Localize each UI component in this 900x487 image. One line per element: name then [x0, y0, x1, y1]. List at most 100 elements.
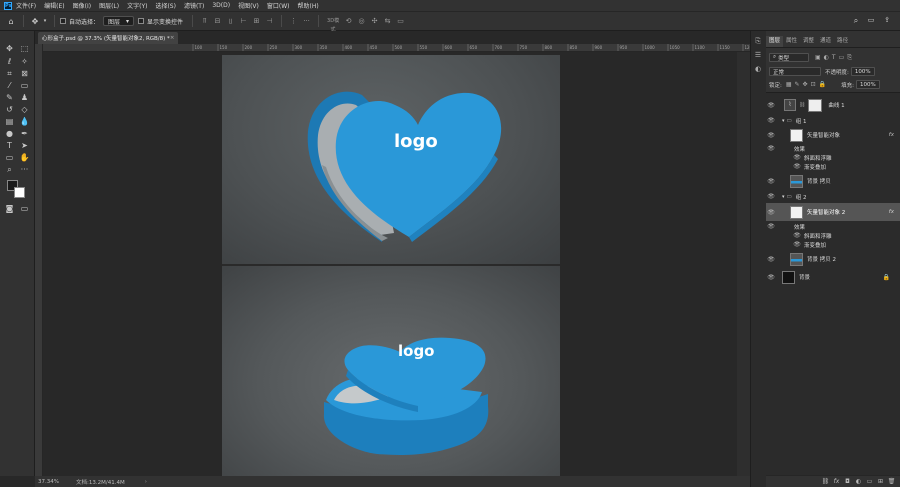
visibility-eye-icon[interactable]: 👁	[766, 193, 776, 200]
type-tool-icon[interactable]: T	[4, 140, 15, 151]
history-panel-icon[interactable]: ⎘	[753, 36, 763, 46]
adjustments-panel-icon[interactable]: ◐	[753, 64, 763, 74]
crop-tool-icon[interactable]: ⌗	[4, 68, 15, 79]
menu-window[interactable]: 窗口(W)	[267, 1, 290, 10]
blend-mode-dropdown[interactable]: 正常	[769, 67, 821, 76]
slide-3d-icon[interactable]: ⇆	[383, 17, 392, 26]
visibility-eye-icon[interactable]: 👁	[766, 256, 776, 263]
menu-layer[interactable]: 图层(L)	[99, 1, 119, 10]
screen-mode-icon[interactable]: ▭	[19, 203, 30, 214]
menu-filter[interactable]: 滤镜(T)	[184, 1, 204, 10]
new-layer-icon[interactable]: ⊞	[875, 478, 886, 485]
document-tab[interactable]: 心形盒子.psd @ 37.3% (矢量智能对象2, RGB/8) * ×	[38, 32, 178, 44]
add-mask-icon[interactable]: ◘	[842, 478, 853, 485]
align-right-icon[interactable]: ⊣	[265, 17, 274, 26]
visibility-eye-icon[interactable]: 👁	[766, 102, 776, 109]
hand-tool-icon[interactable]: ✋	[19, 152, 30, 163]
menu-file[interactable]: 文件(F)	[16, 1, 36, 10]
visibility-eye-icon[interactable]: 👁	[766, 178, 776, 185]
align-left-icon[interactable]: ⊢	[239, 17, 248, 26]
frame-tool-icon[interactable]: ⊠	[19, 68, 30, 79]
chevron-down-icon[interactable]: ▾	[41, 18, 49, 24]
status-menu-arrow-icon[interactable]: ›	[145, 479, 147, 485]
visibility-eye-icon[interactable]: 👁	[766, 145, 776, 152]
menu-type[interactable]: 文字(Y)	[127, 1, 147, 10]
layer-row-selected[interactable]: 👁 矢量智能对象 2 fx	[766, 203, 900, 221]
tab-paths[interactable]: 路径	[834, 36, 851, 47]
lock-icons[interactable]: ▦✎✥⊡🔒	[786, 81, 829, 88]
zoom-tool-icon[interactable]: ⌕	[4, 164, 15, 175]
blur-tool-icon[interactable]: 💧	[19, 116, 30, 127]
layer-row[interactable]: 👁 ⌇ ⛓ 曲线 1	[766, 96, 900, 114]
quick-mask-icon[interactable]: ◙	[4, 203, 15, 214]
menu-edit[interactable]: 编辑(E)	[44, 1, 64, 10]
gradient-tool-icon[interactable]: ▤	[4, 116, 15, 127]
trash-icon[interactable]: 🗑	[886, 478, 897, 485]
menu-view[interactable]: 视图(V)	[238, 1, 259, 10]
new-group-icon[interactable]: ▭	[864, 478, 875, 485]
share-icon[interactable]: ⇪	[882, 16, 892, 24]
visibility-eye-icon[interactable]: 👁	[766, 274, 776, 281]
document-canvas[interactable]: logo logo	[222, 55, 560, 477]
adjustment-layer-icon[interactable]: ◐	[853, 478, 864, 485]
layer-group-row[interactable]: 👁 ▾ ▭ 组 1	[766, 115, 900, 126]
fx-icon[interactable]: fx	[889, 209, 894, 215]
chevron-down-icon[interactable]: ▾	[782, 118, 785, 124]
history-brush-icon[interactable]: ↺	[4, 104, 15, 115]
fx-icon[interactable]: fx	[889, 132, 894, 138]
visibility-eye-icon[interactable]: 👁	[766, 132, 776, 139]
tab-layers[interactable]: 图层	[766, 36, 784, 47]
visibility-eye-icon[interactable]: 👁	[766, 209, 776, 216]
eyedropper-icon[interactable]: ⁄	[4, 80, 15, 91]
opacity-input[interactable]: 100%	[850, 67, 875, 76]
home-icon[interactable]: ⌂	[4, 17, 18, 26]
pan-3d-icon[interactable]: ✣	[370, 17, 379, 26]
tab-channels[interactable]: 通道	[817, 36, 834, 47]
menu-3d[interactable]: 3D(D)	[212, 2, 230, 9]
tab-adjustments[interactable]: 调整	[800, 36, 817, 47]
visibility-eye-icon[interactable]: 👁	[792, 241, 802, 248]
link-layers-icon[interactable]: ⛓	[820, 478, 831, 485]
kind-filter-dropdown[interactable]: ⌕ 类型	[769, 53, 809, 62]
menu-image[interactable]: 图像(I)	[73, 1, 91, 10]
roll-3d-icon[interactable]: ◎	[357, 17, 366, 26]
layer-group-row[interactable]: 👁 ▾ ▭ 组 2	[766, 191, 900, 202]
layer-row[interactable]: 👁 背景 🔒	[766, 269, 900, 285]
brush-tool-icon[interactable]: ✎	[4, 92, 15, 103]
healing-brush-icon[interactable]: ▭	[19, 80, 30, 91]
menu-select[interactable]: 选择(S)	[155, 1, 176, 10]
move-tool-icon[interactable]: ✥	[4, 43, 15, 54]
align-bottom-icon[interactable]: ⫫	[226, 17, 235, 26]
filter-icons[interactable]: ▣◐T▭⎘	[815, 54, 855, 62]
visibility-eye-icon[interactable]: 👁	[792, 154, 802, 161]
auto-select-checkbox[interactable]	[60, 18, 66, 24]
close-icon[interactable]: ×	[170, 35, 175, 41]
align-top-icon[interactable]: ⫪	[200, 17, 209, 26]
workspace-icon[interactable]: ▭	[866, 16, 876, 24]
layer-row[interactable]: 👁 背景 拷贝 2	[766, 251, 900, 267]
add-style-icon[interactable]: fx	[831, 478, 842, 485]
visibility-eye-icon[interactable]: 👁	[792, 163, 802, 170]
visibility-eye-icon[interactable]: 👁	[792, 232, 802, 239]
stamp-tool-icon[interactable]: ♟	[19, 92, 30, 103]
eraser-tool-icon[interactable]: ◇	[19, 104, 30, 115]
menu-help[interactable]: 帮助(H)	[298, 1, 319, 10]
lasso-tool-icon[interactable]: ℓ	[4, 56, 15, 67]
more-options-icon[interactable]: ···	[302, 17, 311, 26]
distribute-icon[interactable]: ⋮	[289, 17, 298, 26]
shape-tool-icon[interactable]: ▭	[4, 152, 15, 163]
more-tools-icon[interactable]: ···	[19, 164, 30, 175]
align-center-icon[interactable]: ⊞	[252, 17, 261, 26]
pen-tool-icon[interactable]: ✒	[19, 128, 30, 139]
scale-3d-icon[interactable]: ▭	[396, 17, 405, 26]
visibility-eye-icon[interactable]: 👁	[766, 223, 776, 230]
show-transform-checkbox[interactable]	[138, 18, 145, 24]
auto-select-dropdown[interactable]: 图层 ▾	[103, 16, 135, 26]
search-icon[interactable]: ⌕	[851, 16, 861, 26]
marquee-tool-icon[interactable]: ⬚	[19, 43, 30, 54]
vertical-scrollbar[interactable]	[737, 52, 750, 476]
fill-input[interactable]: 100%	[855, 80, 880, 89]
visibility-eye-icon[interactable]: 👁	[766, 117, 776, 124]
properties-panel-icon[interactable]: ☰	[753, 50, 763, 60]
dodge-tool-icon[interactable]: ●	[4, 128, 15, 139]
